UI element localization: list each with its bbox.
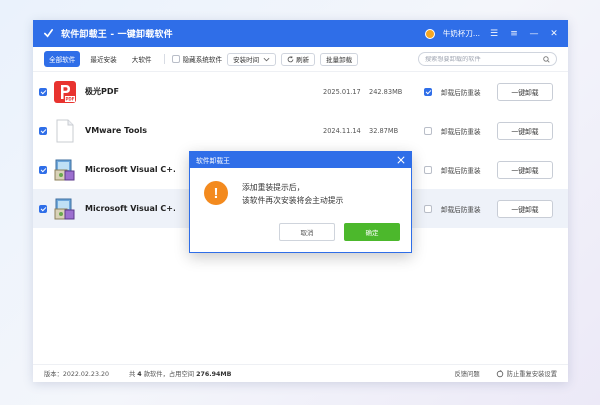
summary-mid: 款软件，占用空间 — [143, 371, 195, 378]
prevent-reinstall-settings-label: 防止重复安装设置 — [506, 371, 557, 378]
reinstall-tip-dialog: 软件卸载王 ! 添加重装提示后， 该软件再次安装将会主动提示 取消 确定 — [189, 151, 412, 253]
installer-icon — [53, 158, 77, 182]
prevent-reinstall-label: 卸载后防重装 — [441, 166, 481, 175]
tab-all-software[interactable]: 全部软件 — [44, 51, 81, 67]
row-checkbox[interactable] — [39, 126, 47, 135]
dialog-message-line2: 该软件再次安装将会主动提示 — [242, 196, 344, 205]
warning-icon: ! — [204, 181, 228, 205]
install-date: 2024.11.14 — [323, 126, 361, 135]
occupied-space: 276.94MB — [196, 371, 232, 378]
status-bar: 版本：2022.02.23.20 共 4 款软件，占用空间 276.94MB 反… — [33, 364, 568, 382]
hide-system-toggle[interactable]: 隐藏系统软件 — [171, 54, 223, 64]
prevent-reinstall-checkbox[interactable] — [424, 126, 432, 135]
row-checkbox[interactable] — [39, 165, 47, 174]
confirm-button[interactable]: 确定 — [344, 223, 400, 241]
software-name: Microsoft Visual C+... — [85, 165, 175, 174]
dialog-body: ! 添加重装提示后， 该软件再次安装将会主动提示 — [190, 168, 411, 207]
search-icon[interactable] — [543, 55, 550, 63]
summary-prefix: 共 — [128, 371, 136, 378]
software-size: 32.87MB — [369, 126, 399, 135]
user-name[interactable]: 牛奶杯刀... — [443, 28, 480, 39]
batch-uninstall-button[interactable]: 批量卸载 — [320, 52, 359, 66]
prevent-reinstall-toggle[interactable]: 卸载后防重装 — [424, 126, 481, 136]
skin-icon[interactable]: ☰ — [488, 29, 500, 39]
title-bar: 软件卸载王 - 一键卸载软件 牛奶杯刀... ☰ ≡ — ✕ — [33, 20, 568, 47]
search-input[interactable] — [425, 55, 535, 63]
toolbar: 全部软件 最近安装 大软件 隐藏系统软件 安装时间 刷新 批量卸载 — [33, 47, 568, 72]
cancel-button[interactable]: 取消 — [279, 223, 335, 241]
software-summary: 共 4 款软件，占用空间 276.94MB — [129, 369, 231, 378]
refresh-label: 刷新 — [296, 56, 310, 64]
prevent-reinstall-label: 卸载后防重装 — [441, 88, 481, 97]
dialog-close-icon[interactable] — [395, 154, 407, 166]
software-row[interactable]: VMware Tools 2024.11.14 32.87MB 卸载后防重装 一… — [33, 111, 568, 150]
software-row[interactable]: PDF 极光PDF 2025.01.17 242.83MB 卸载后防重装 一键卸… — [33, 72, 568, 111]
prevent-reinstall-settings-link[interactable]: 防止重复安装设置 — [496, 369, 557, 378]
software-name: 极光PDF — [85, 87, 119, 96]
refresh-button[interactable]: 刷新 — [281, 52, 316, 66]
uninstall-button[interactable]: 一键卸载 — [497, 121, 553, 140]
software-count: 4 — [137, 371, 142, 378]
sort-select-value: 安装时间 — [233, 56, 260, 64]
prevent-reinstall-toggle[interactable]: 卸载后防重装 — [424, 165, 481, 175]
prevent-reinstall-toggle[interactable]: 卸载后防重装 — [424, 204, 481, 214]
uninstall-button[interactable]: 一键卸载 — [497, 160, 553, 179]
prevent-reinstall-checkbox[interactable] — [424, 204, 432, 213]
pdf-icon: PDF — [53, 80, 77, 104]
tab-recent-install[interactable]: 最近安装 — [85, 51, 121, 67]
app-title: 软件卸载王 - 一键卸载软件 — [61, 30, 173, 40]
close-icon[interactable]: ✕ — [548, 29, 560, 39]
row-checkbox[interactable] — [39, 87, 47, 96]
installer-icon — [53, 197, 77, 221]
dialog-title-bar: 软件卸载王 — [190, 152, 411, 168]
toolbar-divider — [163, 54, 165, 64]
refresh-icon — [287, 55, 294, 62]
prevent-reinstall-toggle[interactable]: 卸载后防重装 — [424, 87, 481, 97]
file-icon — [53, 119, 77, 143]
svg-text:PDF: PDF — [66, 96, 75, 101]
search-box[interactable] — [418, 52, 557, 66]
prevent-reinstall-checkbox[interactable] — [424, 87, 432, 96]
dialog-message: 添加重装提示后， 该软件再次安装将会主动提示 — [242, 181, 343, 207]
sort-select[interactable]: 安装时间 — [227, 52, 277, 66]
hide-system-label: 隐藏系统软件 — [182, 56, 223, 64]
row-checkbox[interactable] — [39, 204, 47, 213]
feedback-link[interactable]: 反馈问题 — [454, 369, 479, 378]
dialog-title: 软件卸载王 — [196, 157, 230, 165]
uninstall-button[interactable]: 一键卸载 — [497, 199, 553, 218]
prevent-reinstall-label: 卸载后防重装 — [441, 127, 481, 136]
software-name: Microsoft Visual C+... — [85, 204, 175, 213]
minimize-icon[interactable]: — — [528, 29, 540, 39]
tab-large-software[interactable]: 大软件 — [127, 51, 157, 67]
dialog-message-line1: 添加重装提示后， — [242, 183, 305, 192]
software-size: 242.83MB — [369, 87, 403, 96]
app-logo-icon — [41, 27, 55, 41]
uninstall-button[interactable]: 一键卸载 — [497, 82, 553, 101]
user-avatar[interactable] — [424, 28, 435, 39]
prevent-reinstall-checkbox[interactable] — [424, 165, 432, 174]
version-text: 版本：2022.02.23.20 — [44, 371, 109, 378]
software-name: VMware Tools — [85, 126, 147, 135]
chevron-down-icon — [263, 57, 270, 61]
settings-cycle-icon — [496, 369, 503, 377]
install-date: 2025.01.17 — [323, 87, 361, 96]
hide-system-checkbox[interactable] — [171, 55, 180, 63]
prevent-reinstall-label: 卸载后防重装 — [441, 205, 481, 214]
menu-icon[interactable]: ≡ — [508, 29, 520, 39]
